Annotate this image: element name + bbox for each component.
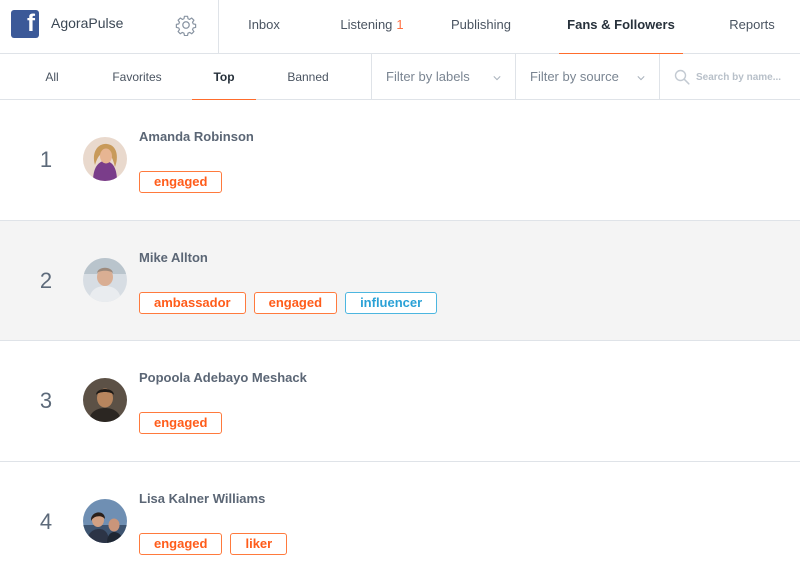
- label-tag[interactable]: engaged: [253, 291, 338, 314]
- fan-rank: 1: [39, 147, 53, 172]
- fan-rank: 4: [39, 508, 53, 534]
- subtab-banned[interactable]: Banned: [278, 54, 338, 100]
- facebook-logo-icon: f: [11, 10, 39, 38]
- label-tag[interactable]: engaged: [139, 532, 223, 555]
- fan-name[interactable]: Lisa Kalner Williams: [139, 491, 265, 506]
- fan-labels: engaged: [139, 412, 223, 434]
- top-navigation: f AgoraPulse Inbox Listening 1 Publishing…: [0, 0, 800, 55]
- subtab-all[interactable]: All: [36, 54, 68, 100]
- filter-by-labels-label: Filter by labels: [386, 69, 470, 84]
- avatar[interactable]: [83, 498, 127, 543]
- filter-by-source-label: Filter by source: [530, 69, 619, 84]
- label-tag[interactable]: influencer: [345, 291, 438, 314]
- fan-name[interactable]: Popoola Adebayo Meshack: [139, 370, 307, 385]
- fan-name[interactable]: Amanda Robinson: [139, 129, 254, 144]
- avatar[interactable]: [83, 378, 127, 422]
- avatar[interactable]: [83, 137, 127, 181]
- tab-publishing[interactable]: Publishing: [441, 0, 521, 54]
- fan-rank: 2: [39, 267, 53, 293]
- subtab-favorites[interactable]: Favorites: [104, 54, 170, 100]
- account-name: AgoraPulse: [51, 15, 124, 31]
- tab-inbox-label: Inbox: [248, 17, 280, 32]
- tab-reports-label: Reports: [729, 17, 775, 32]
- chevron-down-icon: [493, 76, 501, 81]
- avatar[interactable]: [83, 257, 127, 302]
- gear-icon[interactable]: [175, 14, 197, 36]
- top-fans-list: 1 Amanda Robinson engaged 2 Mike Allton …: [0, 100, 800, 577]
- tab-fans-followers[interactable]: Fans & Followers: [559, 0, 683, 55]
- label-tag[interactable]: engaged: [139, 412, 223, 434]
- tab-listening[interactable]: Listening 1: [330, 0, 414, 54]
- filter-by-labels-dropdown[interactable]: Filter by labels: [371, 54, 515, 100]
- fans-filter-bar: All Favorites Top Banned Filter by label…: [0, 54, 800, 101]
- account-switcher[interactable]: f AgoraPulse: [0, 0, 219, 54]
- fan-labels: engaged: [139, 171, 223, 193]
- subtab-top[interactable]: Top: [192, 54, 256, 101]
- search-box: [659, 54, 800, 100]
- fan-labels: ambassador engaged influencer: [139, 291, 438, 314]
- chevron-down-icon: [637, 76, 645, 81]
- tab-inbox[interactable]: Inbox: [236, 0, 292, 54]
- label-tag[interactable]: ambassador: [139, 291, 246, 314]
- search-input[interactable]: [696, 66, 796, 88]
- tab-publishing-label: Publishing: [451, 17, 511, 32]
- fan-row[interactable]: 4 Lisa Kalner Williams engaged liker: [0, 461, 800, 577]
- tab-fans-followers-label: Fans & Followers: [567, 17, 675, 32]
- search-icon: [674, 69, 690, 85]
- filter-by-source-dropdown[interactable]: Filter by source: [515, 54, 659, 100]
- tab-listening-label: Listening: [340, 17, 393, 32]
- fan-labels: engaged liker: [139, 532, 288, 555]
- label-tag[interactable]: engaged: [139, 171, 223, 193]
- listening-count-badge: 1: [396, 17, 404, 32]
- fan-row[interactable]: 3 Popoola Adebayo Meshack engaged: [0, 341, 800, 462]
- fan-row[interactable]: 1 Amanda Robinson engaged: [0, 100, 800, 221]
- tab-reports[interactable]: Reports: [720, 0, 784, 54]
- fan-row[interactable]: 2 Mike Allton ambassador engaged influen…: [0, 220, 800, 341]
- fan-rank: 3: [39, 388, 53, 413]
- label-tag[interactable]: liker: [230, 532, 288, 555]
- fan-name[interactable]: Mike Allton: [139, 250, 208, 265]
